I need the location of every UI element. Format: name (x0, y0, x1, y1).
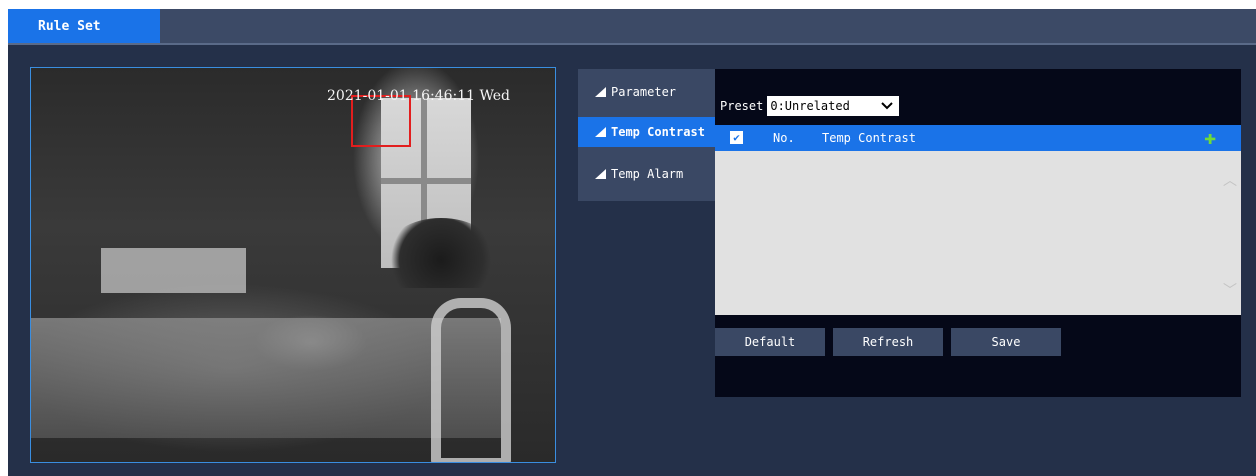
chevron-down-icon (881, 102, 894, 110)
preset-value: 0:Unrelated (770, 99, 850, 113)
refresh-button[interactable]: Refresh (833, 328, 943, 356)
preset-select[interactable]: 0:Unrelated (767, 96, 900, 116)
app-window: Rule Set 2021-01-01 16:46:11 Wed Paramet… (8, 9, 1256, 476)
table-header: ✔ No. Temp Contrast ✚ (715, 125, 1241, 151)
add-icon[interactable]: ✚ (1204, 127, 1216, 147)
preset-row: Preset 0:Unrelated (720, 96, 900, 116)
select-all-checkbox[interactable]: ✔ (730, 131, 743, 144)
top-tab-bar: Rule Set (8, 9, 1256, 45)
scroll-down-icon[interactable]: ﹀ (1223, 280, 1237, 300)
screen-region (101, 248, 246, 293)
nav-item-label: Temp Alarm (611, 167, 684, 181)
chair-region (431, 298, 511, 462)
plant-silhouette (386, 218, 496, 288)
nav-item-temp-contrast[interactable]: Temp Contrast (578, 117, 715, 147)
preset-label: Preset (720, 99, 764, 113)
column-header-temp-contrast: Temp Contrast (822, 131, 916, 145)
nav-item-temp-alarm[interactable]: Temp Alarm (578, 159, 715, 189)
default-button[interactable]: Default (715, 328, 825, 356)
tab-rule-set[interactable]: Rule Set (8, 9, 160, 43)
live-video-preview[interactable]: 2021-01-01 16:46:11 Wed (30, 67, 556, 463)
sub-nav: Parameter Temp Contrast Temp Alarm (578, 69, 715, 201)
save-button[interactable]: Save (951, 328, 1061, 356)
temp-contrast-panel: Preset 0:Unrelated ✔ No. Temp Contrast ✚… (715, 69, 1241, 397)
temp-contrast-table: ✔ No. Temp Contrast ✚ ︿ ﹀ (715, 125, 1241, 315)
triangle-icon (595, 87, 606, 97)
triangle-icon (595, 127, 606, 137)
column-header-no: No. (773, 131, 795, 145)
scroll-up-icon[interactable]: ︿ (1223, 170, 1237, 190)
video-timestamp-osd: 2021-01-01 16:46:11 Wed (327, 88, 510, 104)
nav-item-parameter[interactable]: Parameter (578, 77, 715, 107)
nav-item-label: Parameter (611, 85, 677, 99)
nav-item-label: Temp Contrast (611, 125, 705, 139)
triangle-icon (595, 169, 606, 179)
